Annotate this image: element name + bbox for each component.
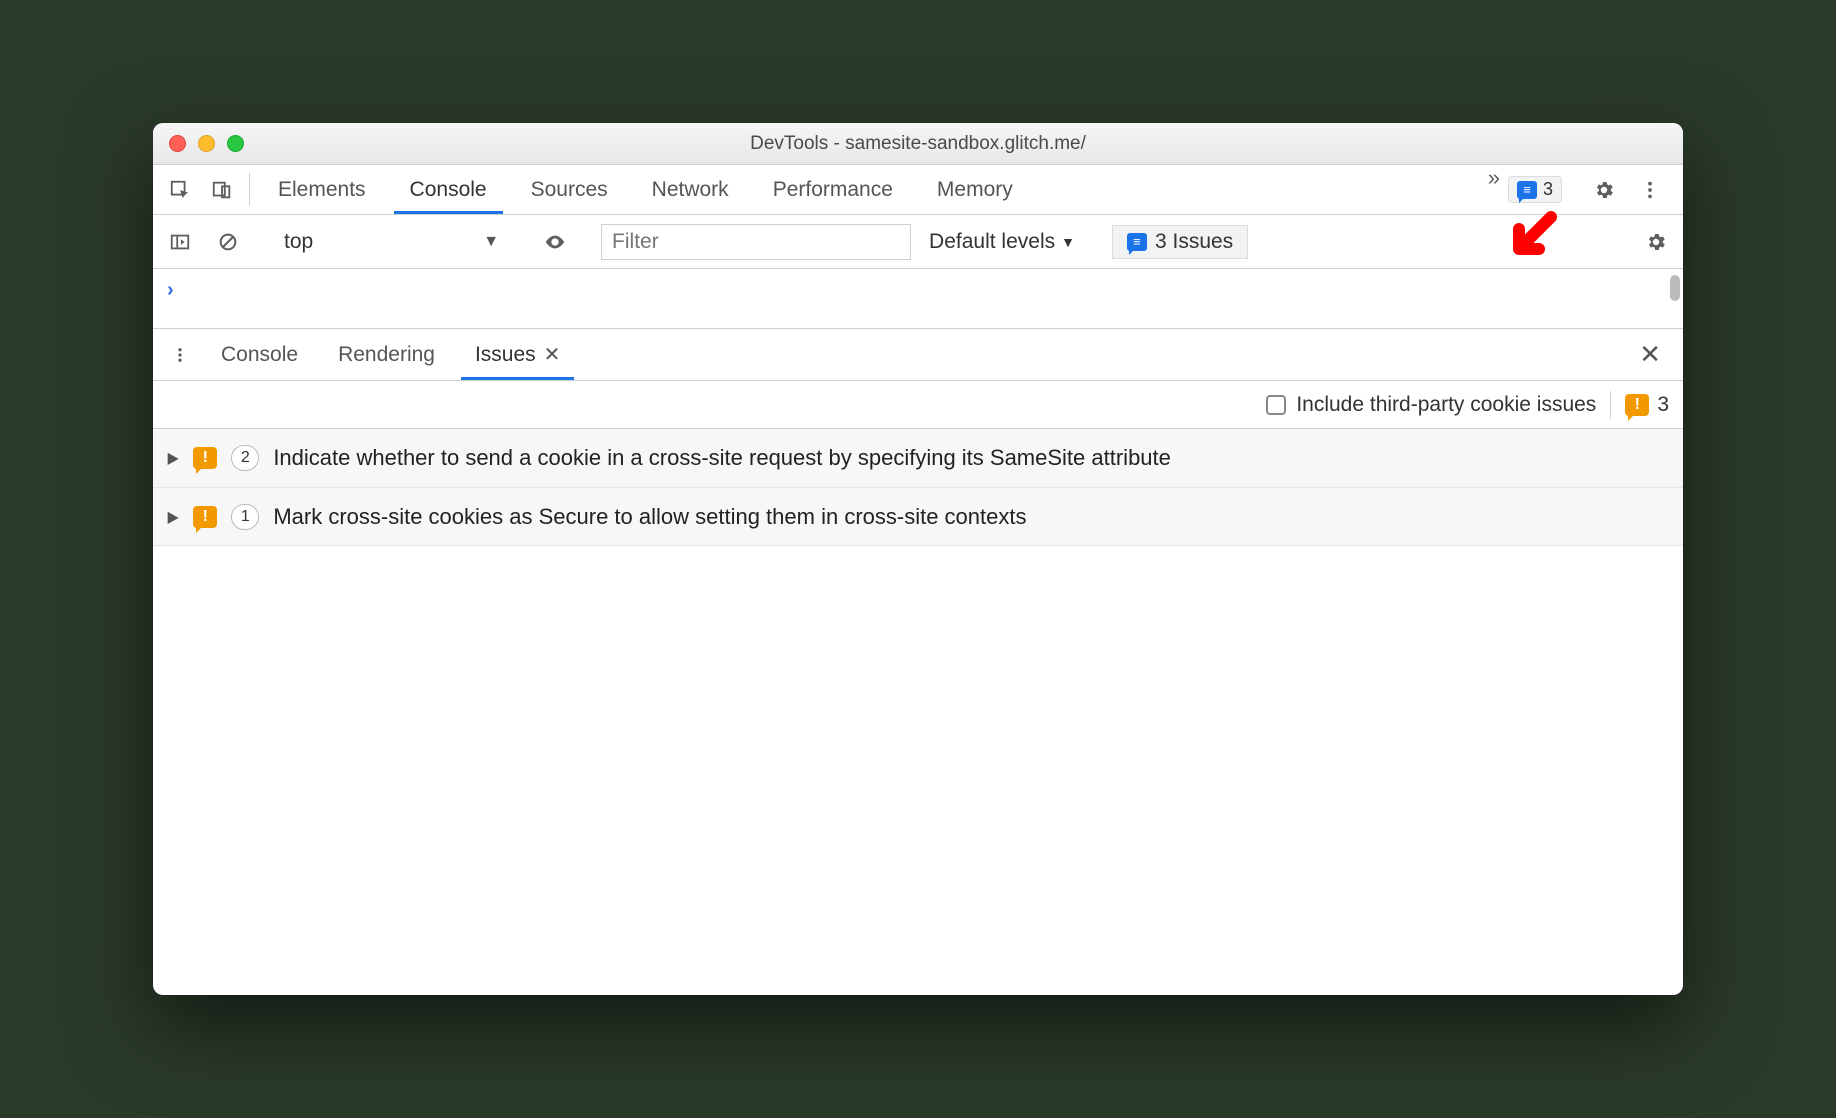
execution-context-select[interactable]: top ▼ (274, 230, 509, 254)
console-input-area[interactable]: › (153, 269, 1683, 329)
tab-network[interactable]: Network (630, 165, 751, 214)
issue-text: Indicate whether to send a cookie in a c… (273, 443, 1669, 473)
drawer-tab-issues-label: Issues (475, 343, 536, 367)
context-label: top (284, 230, 313, 254)
live-expression-icon[interactable] (534, 231, 576, 253)
clear-console-icon[interactable] (207, 231, 249, 253)
issue-text: Mark cross-site cookies as Secure to all… (273, 502, 1669, 532)
levels-label: Default levels (929, 230, 1055, 254)
console-settings-gear-icon[interactable] (1635, 231, 1677, 253)
chevron-down-icon: ▼ (1061, 234, 1075, 250)
separator (249, 173, 250, 206)
tab-memory[interactable]: Memory (915, 165, 1035, 214)
scrollbar-thumb[interactable] (1670, 275, 1680, 301)
main-tabs: Elements Console Sources Network Perform… (256, 165, 1480, 214)
third-party-label: Include third-party cookie issues (1296, 393, 1596, 417)
warning-icon: ! (193, 447, 217, 469)
devtools-window: DevTools - samesite-sandbox.glitch.me/ E… (153, 123, 1683, 995)
message-icon: ≡ (1517, 181, 1537, 199)
expand-icon[interactable]: ▶ (168, 507, 179, 527)
prompt-icon: › (167, 279, 174, 302)
drawer-tab-issues[interactable]: Issues ✕ (455, 329, 580, 380)
tab-performance[interactable]: Performance (751, 165, 915, 214)
chevron-down-icon: ▼ (483, 233, 499, 251)
main-tab-row: Elements Console Sources Network Perform… (153, 165, 1683, 215)
tab-elements[interactable]: Elements (256, 165, 388, 214)
message-icon: ≡ (1127, 233, 1147, 251)
issues-button-label: 3 Issues (1155, 230, 1233, 254)
issues-indicator[interactable]: ≡ 3 (1508, 176, 1562, 203)
device-toggle-icon[interactable] (201, 165, 243, 214)
warning-icon: ! (193, 506, 217, 528)
total-issues-count: 3 (1657, 393, 1669, 417)
inspect-icon[interactable] (159, 165, 201, 214)
issue-count: 2 (231, 445, 259, 471)
annotation-arrow-icon (1501, 207, 1565, 271)
log-levels-select[interactable]: Default levels ▼ (917, 230, 1087, 254)
drawer-tab-rendering[interactable]: Rendering (318, 329, 455, 380)
sidebar-toggle-icon[interactable] (159, 231, 201, 253)
issues-toolbar: Include third-party cookie issues ! 3 (153, 381, 1683, 429)
total-issues-badge: ! 3 (1625, 393, 1669, 417)
filter-input[interactable] (601, 224, 911, 260)
drawer-tab-console[interactable]: Console (201, 329, 318, 380)
issue-row[interactable]: ▶ ! 1 Mark cross-site cookies as Secure … (153, 488, 1683, 547)
settings-gear-icon[interactable] (1583, 179, 1625, 201)
issue-row[interactable]: ▶ ! 2 Indicate whether to send a cookie … (153, 429, 1683, 488)
third-party-checkbox[interactable]: Include third-party cookie issues (1266, 393, 1596, 417)
more-tabs-icon[interactable]: » (1480, 165, 1508, 214)
expand-icon[interactable]: ▶ (168, 448, 179, 468)
titlebar: DevTools - samesite-sandbox.glitch.me/ (153, 123, 1683, 165)
checkbox-icon (1266, 395, 1286, 415)
separator (1610, 391, 1611, 419)
drawer-close-icon[interactable]: ✕ (1623, 329, 1677, 380)
warning-icon: ! (1625, 394, 1649, 416)
close-tab-icon[interactable]: ✕ (544, 342, 561, 367)
tabs-right: ≡ 3 (1508, 165, 1677, 214)
drawer-kebab-icon[interactable] (159, 329, 201, 380)
tab-console[interactable]: Console (388, 165, 509, 214)
issue-count: 1 (231, 504, 259, 530)
console-toolbar: top ▼ Default levels ▼ ≡ 3 Issues (153, 215, 1683, 269)
tab-sources[interactable]: Sources (509, 165, 630, 214)
issues-indicator-count: 3 (1543, 179, 1553, 200)
drawer-tabs: Console Rendering Issues ✕ ✕ (153, 329, 1683, 381)
kebab-menu-icon[interactable] (1629, 179, 1671, 201)
issues-button[interactable]: ≡ 3 Issues (1112, 225, 1248, 259)
window-title: DevTools - samesite-sandbox.glitch.me/ (153, 133, 1683, 155)
